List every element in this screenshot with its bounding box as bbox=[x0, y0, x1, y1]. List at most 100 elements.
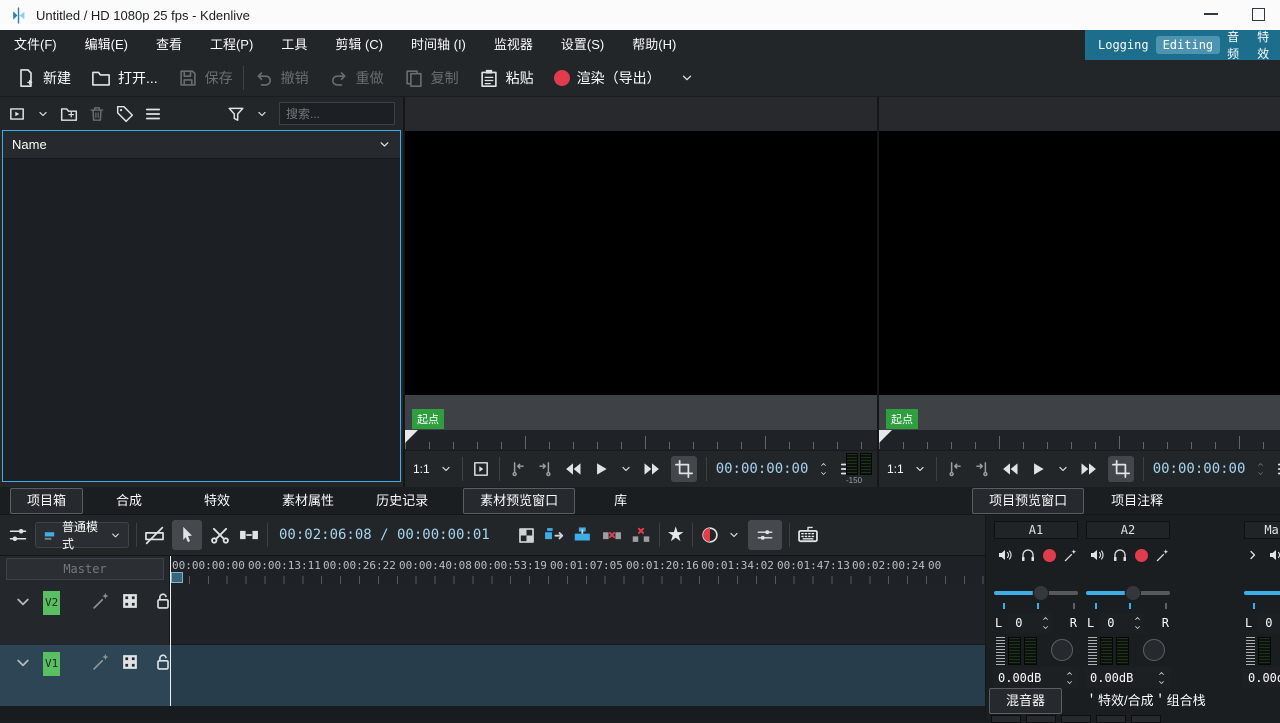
workspace-tab[interactable]: Logging bbox=[1093, 36, 1154, 54]
tab-effects[interactable]: 特效 bbox=[187, 488, 247, 514]
bin-menu-icon[interactable] bbox=[144, 105, 162, 123]
add-clip-chevron-down-icon[interactable] bbox=[36, 105, 50, 123]
menu-item[interactable]: 编辑(E) bbox=[71, 32, 142, 58]
gain-knob[interactable] bbox=[1051, 639, 1073, 661]
tab-project-monitor[interactable]: 项目预览窗口 bbox=[972, 488, 1084, 514]
monitor-menu-icon[interactable] bbox=[1276, 460, 1280, 478]
mixed-audio-video-icon[interactable] bbox=[144, 525, 165, 546]
zone-mode-button[interactable] bbox=[1108, 456, 1134, 482]
open-button[interactable]: 打开... bbox=[81, 63, 168, 93]
splitter[interactable] bbox=[403, 97, 405, 487]
spin-down-icon[interactable] bbox=[1039, 623, 1052, 632]
rewind-icon[interactable] bbox=[1000, 459, 1020, 479]
track-hide-video-icon[interactable] bbox=[120, 652, 140, 672]
preview-render-icon[interactable] bbox=[700, 525, 720, 545]
maximize-button[interactable] bbox=[1252, 8, 1265, 21]
playhead-marker[interactable] bbox=[405, 430, 418, 443]
play-icon[interactable] bbox=[592, 460, 610, 478]
balance-spinbox[interactable]: 0 bbox=[1258, 613, 1280, 633]
project-monitor-ruler[interactable] bbox=[879, 430, 1280, 450]
play-icon[interactable] bbox=[1029, 460, 1047, 478]
subtitle-keyboard-icon[interactable] bbox=[797, 524, 819, 546]
selection-tool-button[interactable] bbox=[172, 520, 202, 550]
menu-item[interactable]: 工具 bbox=[267, 32, 321, 58]
track-effects-wand-icon[interactable] bbox=[91, 591, 111, 611]
balance-spinbox[interactable]: 0 bbox=[1100, 613, 1144, 633]
set-out-point-icon[interactable] bbox=[973, 460, 991, 478]
play-chevron-down-icon[interactable] bbox=[619, 460, 633, 478]
balance-spinbox[interactable]: 0 bbox=[1008, 613, 1052, 633]
copy-button[interactable]: 复制 bbox=[394, 63, 469, 93]
tab-effect-stack[interactable]: ＇特效/合成＇组合栈 bbox=[1068, 688, 1223, 714]
preview-chevron-down-icon[interactable] bbox=[727, 528, 741, 542]
mute-speaker-icon[interactable] bbox=[1268, 547, 1280, 563]
tab-library[interactable]: 库 bbox=[597, 488, 644, 514]
record-icon[interactable] bbox=[1135, 549, 1148, 562]
insert-in-project-icon[interactable] bbox=[472, 460, 490, 478]
mute-speaker-icon[interactable] bbox=[997, 547, 1013, 563]
minimize-button[interactable] bbox=[1204, 13, 1218, 15]
search-input[interactable] bbox=[279, 102, 395, 125]
bin-column-header[interactable]: Name bbox=[3, 131, 400, 159]
transparency-icon[interactable] bbox=[517, 526, 536, 545]
effects-wand-icon[interactable] bbox=[1063, 548, 1078, 563]
effects-wand-icon[interactable] bbox=[1155, 548, 1170, 563]
tag-icon[interactable] bbox=[116, 105, 134, 123]
spin-up-icon[interactable] bbox=[1039, 614, 1052, 623]
track-lane-v2[interactable] bbox=[170, 584, 985, 645]
spin-up-icon[interactable] bbox=[1155, 669, 1168, 678]
workspace-tab[interactable]: 音频 bbox=[1222, 26, 1250, 64]
render-chevron-down-icon[interactable] bbox=[679, 70, 695, 86]
zone-mode-button[interactable] bbox=[671, 456, 697, 482]
add-clip-icon[interactable] bbox=[8, 105, 26, 123]
timecode-spinner[interactable] bbox=[1254, 460, 1267, 478]
insert-zone-icon[interactable] bbox=[543, 524, 565, 546]
mute-speaker-icon[interactable] bbox=[1089, 547, 1105, 563]
timeline-settings-icon[interactable] bbox=[8, 525, 28, 545]
zoom-level-label[interactable]: 1:1 bbox=[887, 462, 904, 476]
master-track-button[interactable]: Master bbox=[6, 558, 164, 580]
spin-up-icon[interactable] bbox=[817, 460, 830, 469]
channel-title[interactable]: A2 bbox=[1086, 521, 1170, 539]
play-chevron-down-icon[interactable] bbox=[1056, 460, 1070, 478]
playhead-marker[interactable] bbox=[879, 430, 892, 443]
edit-mode-combobox[interactable]: 普通模式 bbox=[35, 522, 129, 548]
create-folder-icon[interactable] bbox=[60, 105, 78, 123]
record-icon[interactable] bbox=[1043, 549, 1056, 562]
track-header-v1[interactable]: V1 bbox=[0, 645, 170, 706]
solo-headphones-icon[interactable] bbox=[1112, 547, 1128, 563]
fast-forward-icon[interactable] bbox=[1079, 459, 1099, 479]
save-button[interactable]: 保存 bbox=[168, 63, 243, 93]
collapse-chevron-down-icon[interactable] bbox=[12, 591, 34, 613]
paste-button[interactable]: 粘贴 bbox=[469, 63, 544, 93]
menu-item[interactable]: 工程(P) bbox=[196, 32, 267, 58]
project-monitor-timecode[interactable]: 00:00:00:00 bbox=[1153, 461, 1246, 477]
filter-funnel-icon[interactable] bbox=[227, 105, 245, 123]
track-hide-video-icon[interactable] bbox=[120, 591, 140, 611]
menu-item[interactable]: 文件(F) bbox=[0, 32, 71, 58]
slider-knob[interactable] bbox=[1033, 585, 1049, 601]
tab-compositions[interactable]: 合成 bbox=[99, 488, 159, 514]
workspace-tab-active[interactable]: Editing bbox=[1156, 36, 1221, 54]
spin-down-icon[interactable] bbox=[817, 469, 830, 478]
filter-chevron-down-icon[interactable] bbox=[255, 105, 269, 123]
timeline-playhead[interactable] bbox=[170, 556, 171, 706]
audio-mixer-toggle-button[interactable] bbox=[748, 520, 782, 550]
clip-monitor-zone-bar[interactable]: 起点 bbox=[405, 395, 877, 430]
zoom-chevron-down-icon[interactable] bbox=[913, 460, 927, 478]
zoom-chevron-down-icon[interactable] bbox=[439, 460, 453, 478]
spin-up-icon[interactable] bbox=[1063, 669, 1076, 678]
menu-item[interactable]: 时间轴 (I) bbox=[397, 32, 480, 58]
collapse-chevron-right-icon[interactable] bbox=[1245, 547, 1261, 563]
volume-slider[interactable] bbox=[1086, 585, 1170, 601]
lift-zone-icon[interactable] bbox=[630, 524, 652, 546]
spin-down-icon[interactable] bbox=[1155, 678, 1168, 687]
volume-slider[interactable] bbox=[1244, 585, 1280, 601]
track-effects-wand-icon[interactable] bbox=[91, 652, 111, 672]
bin-empty-list[interactable] bbox=[3, 159, 400, 481]
timeline-timecode[interactable]: 00:02:06:08 / 00:00:00:01 bbox=[279, 527, 490, 543]
razor-tool-icon[interactable] bbox=[209, 524, 231, 546]
undo-button[interactable]: 撤销 bbox=[244, 63, 319, 93]
menu-item[interactable]: 帮助(H) bbox=[618, 32, 690, 58]
gain-spinbox[interactable]: 0.00dB bbox=[1243, 667, 1280, 687]
